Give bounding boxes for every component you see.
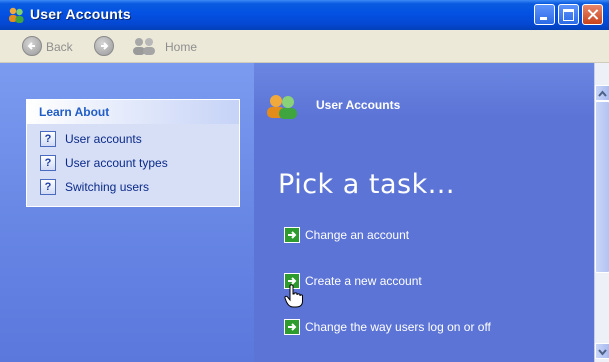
user-accounts-window: User Accounts Back Home Learn About ? Us…: [0, 0, 609, 362]
learn-about-header: Learn About: [27, 100, 239, 124]
task-change-logon[interactable]: Change the way users log on or off: [284, 319, 491, 335]
window-title: User Accounts: [30, 6, 131, 22]
green-arrow-icon: [284, 319, 300, 335]
home-users-icon[interactable]: [131, 36, 159, 56]
scroll-down-button[interactable]: [595, 343, 609, 359]
learn-about-list: ? User accounts ? User account types ? S…: [27, 124, 239, 199]
help-icon: ?: [40, 179, 56, 195]
user-accounts-icon: [9, 7, 24, 23]
forward-arrow-icon[interactable]: [94, 36, 114, 56]
scrollbar-thumb[interactable]: [595, 101, 609, 273]
help-icon: ?: [40, 131, 56, 147]
task-label[interactable]: Create a new account: [305, 274, 422, 288]
hand-cursor-icon: [284, 284, 303, 308]
back-button-label[interactable]: Back: [46, 40, 73, 54]
content-header: User Accounts: [254, 63, 594, 119]
main-content-pane: User Accounts Pick a task... Change an a…: [254, 63, 594, 362]
close-button[interactable]: [582, 4, 603, 25]
back-arrow-icon[interactable]: [22, 36, 42, 56]
learn-item-label[interactable]: User accounts: [65, 132, 142, 146]
learn-item-switching-users[interactable]: ? Switching users: [27, 175, 239, 199]
content-header-title: User Accounts: [316, 98, 401, 112]
left-task-pane: Learn About ? User accounts ? User accou…: [0, 63, 254, 362]
learn-about-panel: Learn About ? User accounts ? User accou…: [26, 99, 240, 207]
learn-item-user-account-types[interactable]: ? User account types: [27, 151, 239, 175]
user-accounts-icon: [267, 95, 297, 119]
title-bar[interactable]: User Accounts: [0, 0, 609, 30]
scroll-up-button[interactable]: [595, 85, 609, 101]
navigation-toolbar: Back Home: [0, 30, 609, 63]
task-label[interactable]: Change an account: [305, 228, 409, 242]
green-arrow-icon: [284, 227, 300, 243]
help-icon: ?: [40, 155, 56, 171]
maximize-button[interactable]: [558, 4, 579, 25]
task-change-account[interactable]: Change an account: [284, 227, 409, 243]
home-button-label[interactable]: Home: [165, 40, 197, 54]
vertical-scrollbar[interactable]: [594, 63, 609, 362]
pick-a-task-heading: Pick a task...: [278, 169, 455, 200]
task-label[interactable]: Change the way users log on or off: [305, 320, 491, 334]
learn-item-label[interactable]: Switching users: [65, 180, 149, 194]
minimize-button[interactable]: [534, 4, 555, 25]
task-create-account[interactable]: Create a new account: [284, 273, 422, 289]
learn-item-user-accounts[interactable]: ? User accounts: [27, 127, 239, 151]
learn-item-label[interactable]: User account types: [65, 156, 168, 170]
